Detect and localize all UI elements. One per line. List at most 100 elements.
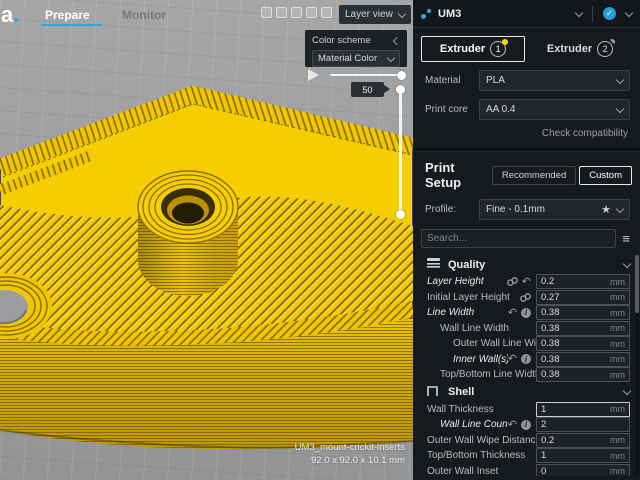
revert-icon[interactable]: ↶ — [508, 308, 517, 318]
setting-value-field[interactable]: 1mm — [536, 402, 630, 417]
color-scheme-title: Color scheme — [312, 35, 371, 46]
view-mode-dropdown[interactable]: Layer view — [339, 5, 411, 24]
color-scheme-dropdown[interactable]: Material Color — [312, 50, 400, 67]
check-compatibility-link[interactable]: Check compatibility — [413, 128, 628, 139]
setting-row: Layer Height ↶ 0.2mm — [413, 274, 640, 290]
info-icon[interactable]: i — [521, 308, 531, 318]
chevron-down-icon — [398, 9, 406, 17]
chevron-down-icon — [623, 387, 631, 395]
setting-value-field[interactable]: 0.38mm — [536, 305, 630, 320]
view-3d-icon[interactable] — [261, 7, 272, 18]
profile-label: Profile: — [425, 204, 479, 215]
info-icon[interactable]: i — [521, 354, 531, 364]
layer-slider-track[interactable] — [399, 93, 402, 214]
chevron-down-icon — [616, 104, 624, 112]
search-input[interactable] — [421, 229, 616, 248]
link-icon[interactable] — [520, 293, 531, 302]
section-title: Quality — [448, 259, 624, 271]
settings-scrollbar-thumb[interactable] — [635, 255, 639, 313]
layer-slider-bottom-handle[interactable] — [396, 210, 405, 219]
view-front-icon[interactable] — [276, 7, 287, 18]
extruder-tabs: Extruder 1 Extruder 2 — [421, 36, 632, 62]
section-title: Shell — [448, 386, 624, 398]
setting-value-field[interactable]: 0.27mm — [536, 290, 630, 305]
color-scheme-panel: Color scheme Material Color — [305, 30, 407, 67]
chevron-down-icon — [616, 204, 624, 212]
printcore-value: AA 0.4 — [486, 104, 515, 115]
setting-value-field[interactable]: 0.2mm — [536, 274, 630, 289]
setting-value-field[interactable]: 0.38mm — [536, 336, 630, 351]
setting-value-field[interactable]: 0.38mm — [536, 321, 630, 336]
setting-row: Top/Bottom Line Width 0.38mm — [413, 367, 640, 383]
shell-icon — [427, 386, 440, 399]
model-name: UM3_mount-crickit-inserts — [295, 441, 405, 454]
cura-window: a. Prepare Monitor Layer view Color sche… — [0, 0, 640, 480]
network-printer-icon — [421, 9, 431, 19]
setting-value-field[interactable]: 1mm — [536, 448, 630, 463]
simulation-slider-track[interactable] — [330, 74, 402, 76]
printer-header: UM3 ✓ — [413, 0, 640, 28]
app-logo: a. — [1, 2, 19, 28]
settings-filter-menu-icon[interactable]: ≡ — [622, 231, 630, 246]
logo-letter: a — [1, 2, 13, 27]
setting-value-field[interactable]: 0.38mm — [536, 352, 630, 367]
view-left-icon[interactable] — [306, 7, 317, 18]
material-dropdown[interactable]: PLA — [479, 70, 630, 91]
section-shell[interactable]: Shell — [413, 383, 640, 402]
collapse-left-icon[interactable] — [393, 36, 401, 44]
printer-name: UM3 — [438, 8, 461, 20]
model-3d-render[interactable] — [0, 0, 413, 480]
layer-number-value: 50 — [362, 85, 372, 95]
setting-row: Inner Wall(s) Line Width ↶ i 0.38mm — [413, 352, 640, 368]
setting-label: Inner Wall(s) Line Width — [413, 354, 508, 365]
color-scheme-value: Material Color — [318, 53, 377, 64]
setting-row: Wall Line Count ↶ i 2 — [413, 417, 640, 433]
simulation-play-icon[interactable] — [308, 69, 319, 81]
section-quality[interactable]: Quality — [413, 255, 640, 274]
setting-label: Outer Wall Inset — [413, 466, 536, 476]
setting-value-field[interactable]: 0.38mm — [536, 367, 630, 382]
setting-value-field[interactable]: 0mm — [536, 464, 630, 476]
tab-prepare[interactable]: Prepare — [45, 8, 90, 22]
tab-monitor[interactable]: Monitor — [122, 8, 166, 22]
view-right-icon[interactable] — [321, 7, 332, 18]
settings-list[interactable]: Quality Layer Height ↶ 0.2mm Initial Lay… — [413, 255, 640, 476]
model-caption: UM3_mount-crickit-inserts 92.0 x 92.0 x … — [295, 441, 405, 467]
printer-select-chevron-icon[interactable] — [575, 8, 583, 16]
view-top-icon[interactable] — [291, 7, 302, 18]
simulation-slider-handle[interactable] — [397, 71, 406, 80]
divider — [592, 6, 593, 22]
setting-value-field[interactable]: 2 — [536, 417, 630, 432]
chevron-down-icon — [387, 53, 395, 61]
chevron-down-icon — [623, 259, 631, 267]
setting-row: Wall Thickness 1mm — [413, 402, 640, 418]
setting-label: Initial Layer Height — [413, 292, 520, 303]
connected-check-icon: ✓ — [603, 7, 616, 20]
revert-icon[interactable]: ↶ — [508, 354, 517, 364]
setting-value-field[interactable]: 0.2mm — [536, 433, 630, 448]
tab-extruder-2[interactable]: Extruder 2 — [528, 36, 632, 62]
link-icon[interactable] — [507, 277, 518, 286]
revert-icon[interactable]: ↶ — [508, 420, 517, 430]
3d-viewport[interactable]: a. Prepare Monitor Layer view Color sche… — [0, 0, 413, 480]
layer-number-tag: 50 — [351, 82, 384, 97]
divider — [413, 148, 640, 152]
profile-dropdown[interactable]: Fine - 0.1mm ★ — [479, 199, 630, 220]
extruder-1-number: 1 — [490, 41, 506, 57]
tab-extruder-1[interactable]: Extruder 1 — [421, 36, 525, 62]
custom-mode-button[interactable]: Custom — [579, 166, 632, 185]
info-icon[interactable]: i — [521, 420, 531, 430]
setting-label: Outer Wall Line Width — [413, 338, 536, 349]
printcore-dropdown[interactable]: AA 0.4 — [479, 99, 630, 120]
setting-label: Wall Line Count — [413, 419, 508, 430]
extruder-2-label: Extruder — [547, 43, 592, 55]
revert-icon[interactable]: ↶ — [522, 277, 531, 287]
chevron-down-icon — [616, 75, 624, 83]
connection-chevron-icon[interactable] — [625, 8, 633, 16]
setting-label: Layer Height — [413, 276, 507, 287]
extruder-2-number: 2 — [597, 41, 613, 57]
model-dimensions: 92.0 x 92.0 x 10.1 mm — [295, 454, 405, 467]
material-color-dot — [609, 39, 615, 45]
recommended-mode-button[interactable]: Recommended — [492, 166, 576, 185]
sidebar-panel: UM3 ✓ Extruder 1 Extruder 2 Material PLA — [413, 0, 640, 480]
